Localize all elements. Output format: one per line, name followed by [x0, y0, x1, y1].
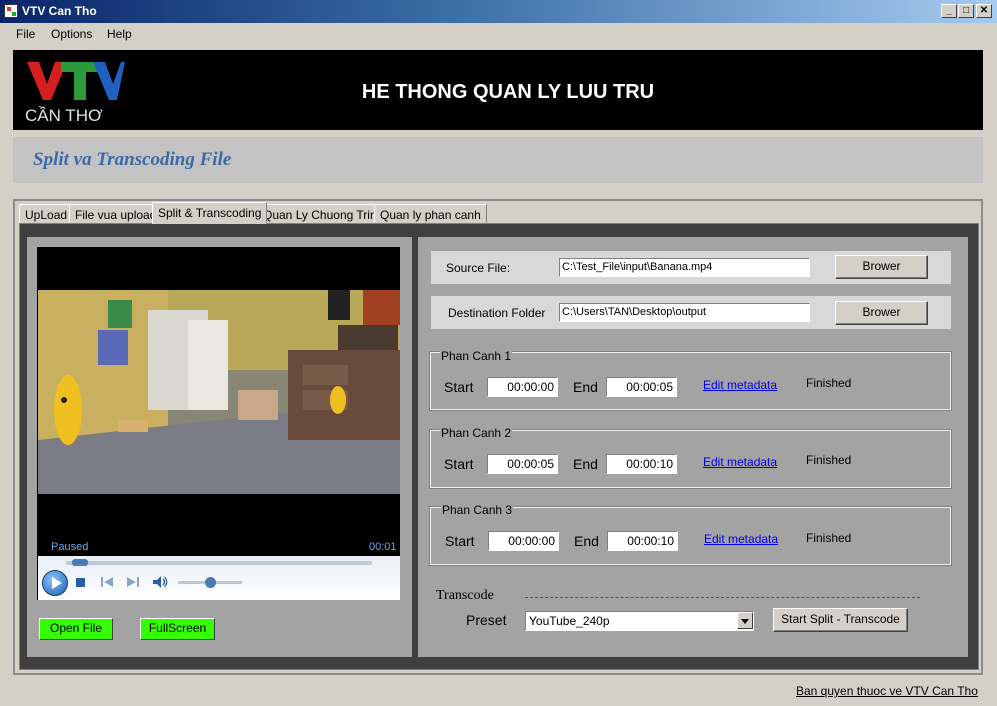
- stop-button[interactable]: [76, 578, 85, 587]
- menu-file[interactable]: File: [16, 27, 35, 41]
- play-button[interactable]: [42, 570, 68, 596]
- scene-title: Phan Canh 3: [441, 503, 514, 517]
- end-time-input[interactable]: 00:00:10: [606, 454, 677, 474]
- end-label: End: [574, 533, 599, 549]
- edit-metadata-link[interactable]: Edit metadata: [703, 455, 777, 469]
- player-state: Paused: [51, 541, 89, 553]
- transcode-label: Transcode: [436, 588, 494, 603]
- end-time-input[interactable]: 00:00:10: [607, 531, 678, 551]
- menu-options[interactable]: Options: [51, 27, 92, 41]
- tab-upload[interactable]: UpLoad: [19, 204, 74, 223]
- scene-title: Phan Canh 1: [440, 349, 513, 363]
- start-split-transcode-button[interactable]: Start Split - Transcode: [773, 608, 908, 632]
- header-banner: CẦN THƠ HE THONG QUAN LY LUU TRU: [13, 50, 983, 130]
- browse-source-button[interactable]: Brower: [835, 255, 928, 279]
- tab-file-vua-upload[interactable]: File vua upload: [69, 204, 163, 223]
- start-time-input[interactable]: 00:00:00: [488, 531, 559, 551]
- video-frame: [38, 290, 400, 494]
- page-subtitle: Split va Transcoding File: [33, 149, 232, 170]
- start-label: Start: [445, 533, 475, 549]
- next-icon[interactable]: [126, 576, 140, 588]
- source-file-label: Source File:: [446, 261, 511, 275]
- menu-help[interactable]: Help: [107, 27, 132, 41]
- close-button[interactable]: ✕: [976, 4, 992, 18]
- destination-folder-input[interactable]: C:\Users\TAN\Desktop\output: [559, 303, 810, 322]
- subtitle-bar: Split va Transcoding File: [13, 137, 983, 183]
- start-time-input[interactable]: 00:00:05: [487, 454, 558, 474]
- logo-subtext: CẦN THƠ: [25, 106, 103, 124]
- transcode-divider: [525, 597, 920, 598]
- scene-status: Finished: [806, 453, 852, 467]
- copyright-link[interactable]: Ban quyen thuoc ve VTV Can Tho: [796, 684, 978, 698]
- end-time-input[interactable]: 00:00:05: [606, 377, 677, 397]
- start-label: Start: [444, 379, 474, 395]
- source-file-input[interactable]: C:\Test_File\input\Banana.mp4: [559, 258, 810, 277]
- end-label: End: [573, 456, 598, 472]
- chevron-down-icon[interactable]: [737, 612, 753, 629]
- start-label: Start: [444, 456, 474, 472]
- browse-destination-button[interactable]: Brower: [835, 301, 928, 325]
- previous-icon[interactable]: [100, 576, 114, 588]
- start-time-input[interactable]: 00:00:00: [487, 377, 558, 397]
- title-bar: VTV Can Tho _ □ ✕: [0, 0, 997, 23]
- preset-select[interactable]: YouTube_240p: [525, 611, 754, 631]
- window-title: VTV Can Tho: [22, 4, 97, 18]
- tab-quan-ly-phan-canh[interactable]: Quan ly phan canh: [374, 204, 487, 223]
- volume-knob[interactable]: [204, 577, 216, 588]
- volume-icon[interactable]: [152, 575, 168, 589]
- scene-status: Finished: [806, 376, 852, 390]
- tab-quan-ly-chuong-trinh[interactable]: Quan Ly Chuong Trinh: [257, 204, 390, 223]
- destination-folder-label: Destination Folder: [448, 306, 546, 320]
- scene-title: Phan Canh 2: [440, 426, 513, 440]
- preset-label: Preset: [466, 612, 507, 628]
- app-icon[interactable]: [4, 4, 18, 18]
- edit-metadata-link[interactable]: Edit metadata: [703, 378, 777, 392]
- open-file-button[interactable]: Open File: [39, 618, 113, 640]
- seek-knob[interactable]: [71, 559, 88, 566]
- minimize-button[interactable]: _: [941, 4, 957, 18]
- end-label: End: [573, 379, 598, 395]
- menu-bar: File Options Help: [0, 23, 997, 45]
- edit-metadata-link[interactable]: Edit metadata: [704, 532, 778, 546]
- scene-status: Finished: [806, 531, 852, 545]
- tab-split-transcoding[interactable]: Split & Transcoding: [152, 202, 268, 224]
- maximize-button[interactable]: □: [958, 4, 974, 18]
- seek-bar[interactable]: [66, 561, 372, 565]
- banner-title: HE THONG QUAN LY LUU TRU: [361, 81, 655, 103]
- player-time: 00:01: [369, 541, 397, 553]
- fullscreen-button[interactable]: FullScreen: [140, 618, 215, 640]
